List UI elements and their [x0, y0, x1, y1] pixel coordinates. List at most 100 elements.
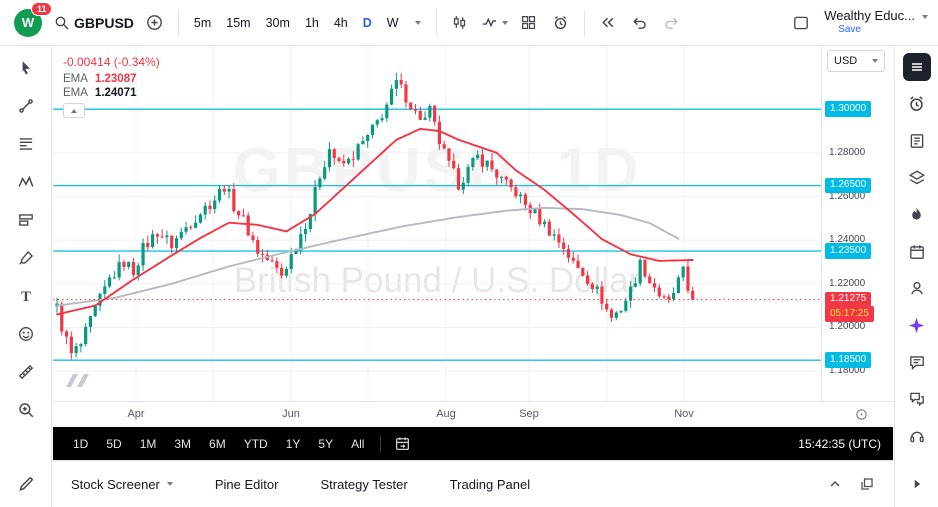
chat-button[interactable]: [902, 349, 932, 375]
range-3m[interactable]: 3M: [166, 434, 199, 454]
emoji-tool-button[interactable]: [11, 321, 41, 347]
layout-grid-button[interactable]: [514, 7, 544, 39]
redo-arrow-icon: [663, 14, 680, 31]
position-icon: [17, 211, 35, 229]
interval-1h[interactable]: 1h: [298, 11, 326, 35]
range-1m[interactable]: 1M: [132, 434, 165, 454]
range-5y[interactable]: 5Y: [310, 434, 341, 454]
time-label: Aug: [432, 408, 460, 420]
chart-area[interactable]: GBPUSD, 1D British Pound / U.S. Dollar -…: [53, 47, 821, 401]
brush-tool-button[interactable]: [11, 245, 41, 271]
time-axis[interactable]: AprJunAugSepNov: [53, 401, 893, 427]
interval-4h[interactable]: 4h: [327, 11, 355, 35]
fib-tool-button[interactable]: [11, 131, 41, 157]
footer-tabs: Stock Screener Pine Editor Strategy Tester…: [71, 477, 530, 492]
calendar-icon: [908, 243, 926, 261]
price-level-label: 1.23500: [825, 243, 871, 259]
indicator-label: EMA: [63, 87, 88, 99]
open-panel-button[interactable]: [902, 471, 932, 497]
scale-settings-icon[interactable]: [854, 407, 869, 422]
main-menu-button[interactable]: W 11: [10, 6, 46, 40]
clock[interactable]: 15:42:35 (UTC): [798, 437, 881, 451]
price-tick: 1.20000: [829, 321, 865, 333]
watchlist-button[interactable]: [902, 54, 932, 80]
bar-replay-button[interactable]: [593, 7, 623, 39]
range-1y[interactable]: 1Y: [278, 434, 309, 454]
indicators-button[interactable]: [477, 7, 512, 39]
conversations-button[interactable]: [902, 386, 932, 412]
trend-line-tool-button[interactable]: [11, 93, 41, 119]
symbol-name: GBPUSD: [74, 15, 134, 31]
separator: [436, 10, 437, 36]
currency-value: USD: [834, 55, 857, 67]
expand-panel-button[interactable]: [827, 476, 843, 492]
footer-tab-stock-screener[interactable]: Stock Screener: [71, 477, 173, 492]
indicator-label: EMA: [63, 73, 88, 85]
ruler-icon: [17, 363, 35, 381]
countdown-label: 05:17:25: [825, 306, 874, 322]
restore-panel-button[interactable]: [859, 476, 875, 492]
footer-tab-strategy-tester[interactable]: Strategy Tester: [320, 477, 407, 492]
ai-assistant-button[interactable]: [902, 312, 932, 338]
layout-select-button[interactable]: [786, 7, 816, 39]
sparkle-icon: [907, 316, 926, 335]
chevron-down-icon: [502, 21, 508, 25]
go-to-date-button[interactable]: [389, 431, 415, 457]
compare-add-symbol-button[interactable]: [140, 7, 170, 39]
xabcd-pattern-icon: [17, 173, 35, 191]
chart-canvas[interactable]: [53, 47, 821, 401]
measure-tool-button[interactable]: [11, 359, 41, 385]
alert-button[interactable]: [546, 7, 576, 39]
time-label: Sep: [515, 408, 543, 420]
search-icon: [54, 15, 70, 31]
alerts-button[interactable]: [902, 91, 932, 117]
range-toolbar: 1D5D1M3M6MYTD1Y5YAll 15:42:35 (UTC): [53, 427, 893, 461]
forecast-tool-button[interactable]: [11, 207, 41, 233]
pattern-tool-button[interactable]: [11, 169, 41, 195]
currency-selector[interactable]: USD: [827, 50, 885, 72]
calendar-button[interactable]: [902, 239, 932, 265]
candles-icon: [451, 14, 468, 31]
price-change: -0.00414 (-0.34%): [63, 55, 160, 69]
journal-icon: [908, 132, 926, 150]
footer-tab-pine-editor[interactable]: Pine Editor: [215, 477, 279, 492]
layout-name-menu[interactable]: Wealthy Educ... Save: [824, 9, 928, 35]
range-1d[interactable]: 1D: [65, 434, 96, 454]
price-tick: 1.28000: [829, 147, 865, 159]
price-scale[interactable]: USD 1.280001.260001.240001.220001.200001…: [821, 47, 893, 401]
alert-clock-icon: [907, 94, 926, 113]
interval-menu-caret[interactable]: [408, 7, 428, 39]
save-status[interactable]: Save: [838, 24, 861, 36]
indicator-legend-row[interactable]: EMA1.23087: [63, 73, 160, 85]
support-button[interactable]: [902, 423, 932, 449]
zoom-tool-button[interactable]: [11, 397, 41, 423]
range-5d[interactable]: 5D: [98, 434, 129, 454]
footer-tab-trading-panel[interactable]: Trading Panel: [450, 477, 530, 492]
interval-d[interactable]: D: [356, 11, 379, 35]
interval-w[interactable]: W: [380, 11, 406, 35]
price-tick: 1.22000: [829, 278, 865, 290]
indicator-legend-row[interactable]: EMA 1.24071: [63, 87, 160, 99]
hotlists-button[interactable]: [902, 202, 932, 228]
edit-tool-button[interactable]: [11, 471, 41, 497]
symbol-search-button[interactable]: GBPUSD: [50, 7, 138, 39]
interval-30m[interactable]: 30m: [259, 11, 297, 35]
zoom-in-icon: [17, 401, 35, 419]
cursor-tool-button[interactable]: [11, 55, 41, 81]
ideas-button[interactable]: [902, 276, 932, 302]
undo-button[interactable]: [625, 7, 655, 39]
range-6m[interactable]: 6M: [201, 434, 234, 454]
indicator-value: 1.24071: [95, 87, 137, 99]
speech-bubbles-icon: [908, 390, 926, 408]
interval-5m[interactable]: 5m: [187, 11, 218, 35]
interval-group: 5m15m30m1h4hDW: [187, 11, 406, 35]
chart-style-button[interactable]: [445, 7, 475, 39]
legend-collapse-button[interactable]: [63, 103, 85, 118]
object-tree-button[interactable]: [902, 165, 932, 191]
redo-button[interactable]: [657, 7, 687, 39]
text-tool-button[interactable]: T: [11, 283, 41, 309]
interval-15m[interactable]: 15m: [219, 11, 257, 35]
range-all[interactable]: All: [343, 434, 372, 454]
range-ytd[interactable]: YTD: [236, 434, 276, 454]
news-button[interactable]: [902, 128, 932, 154]
